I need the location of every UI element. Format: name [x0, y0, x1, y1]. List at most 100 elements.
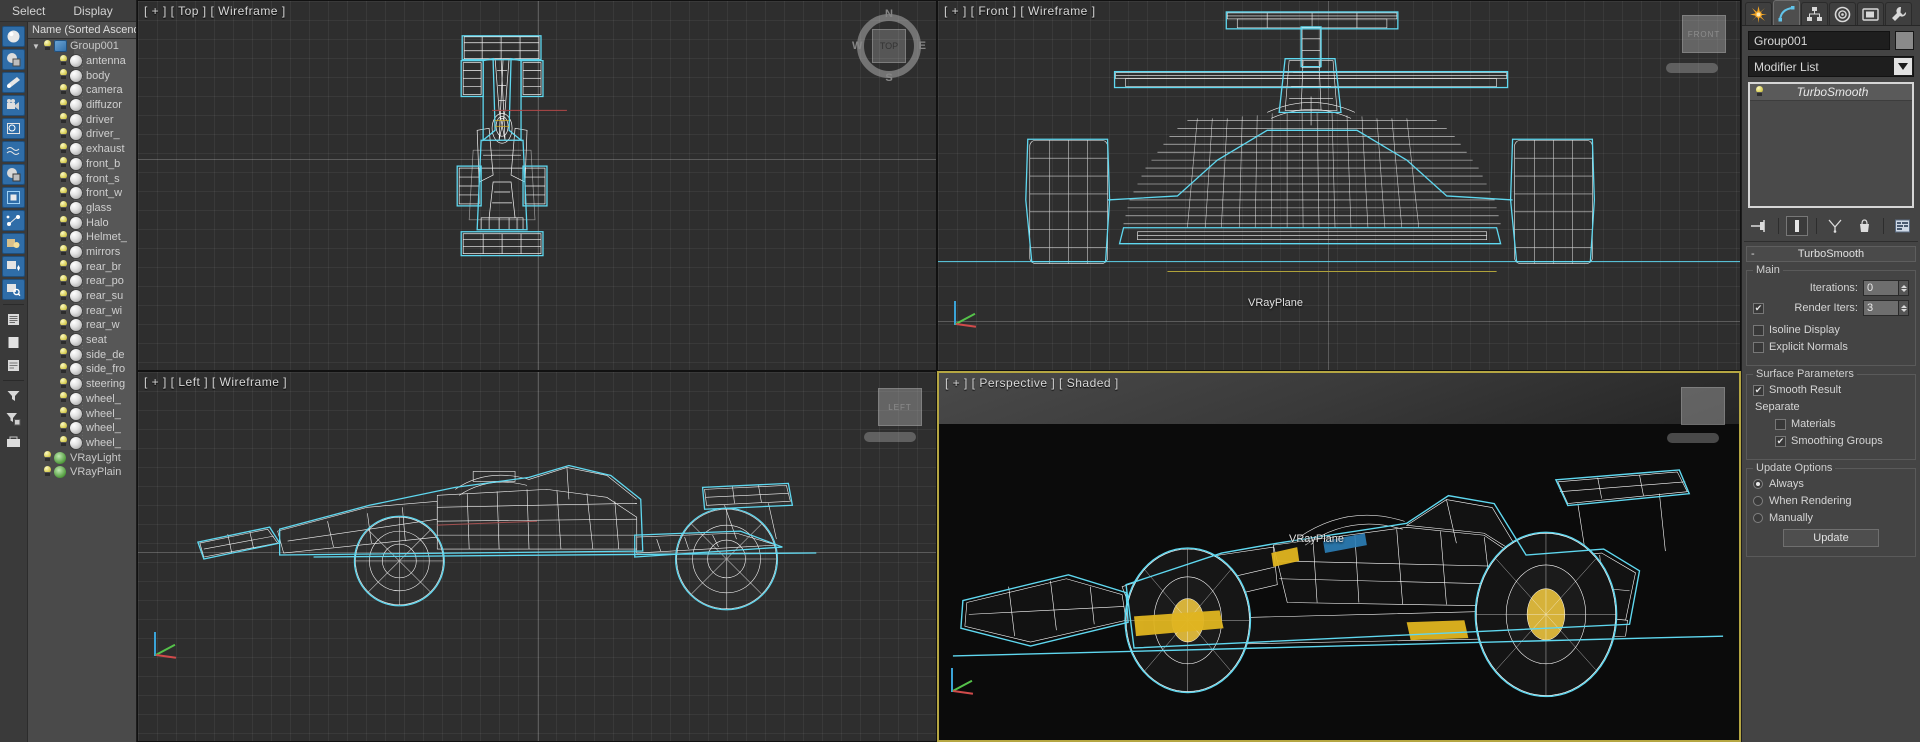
scene-object-row[interactable]: VRayLight	[28, 450, 136, 465]
utilities-tab[interactable]	[1885, 2, 1912, 25]
filter-icon[interactable]	[2, 385, 25, 406]
checkbox-isoline-display[interactable]: Isoline Display	[1753, 324, 1909, 336]
spacewarp-icon[interactable]	[2, 141, 25, 162]
select-object-icon[interactable]	[2, 49, 25, 70]
visibility-bulb-icon[interactable]	[58, 172, 69, 185]
manually-radio[interactable]	[1753, 513, 1763, 523]
find-icon[interactable]	[2, 279, 25, 300]
material-icon[interactable]	[2, 233, 25, 254]
smooth-result-checkbox[interactable]: ✔	[1753, 384, 1764, 396]
object-color-swatch[interactable]	[1895, 31, 1914, 50]
visibility-bulb-icon[interactable]	[42, 39, 53, 53]
viewport-label-left[interactable]: [ + ] [ Left ] [ Wireframe ]	[144, 375, 287, 389]
visibility-bulb-icon[interactable]	[58, 318, 69, 332]
display-tab[interactable]	[1857, 2, 1884, 25]
scene-object-row[interactable]: VRayPlain	[28, 465, 136, 480]
viewport-left[interactable]: [ + ] [ Left ] [ Wireframe ] LEFT	[137, 371, 937, 742]
visibility-bulb-icon[interactable]	[42, 451, 53, 464]
iterations-input[interactable]: 0	[1863, 280, 1899, 296]
render-iters-checkbox[interactable]: ✔	[1753, 302, 1764, 314]
radio-manually[interactable]: Manually	[1753, 512, 1909, 524]
visibility-bulb-icon[interactable]	[58, 98, 69, 112]
column-header-name[interactable]: Name (Sorted Ascending)	[28, 22, 136, 39]
visibility-bulb-icon[interactable]	[58, 421, 69, 435]
radio-when-rendering[interactable]: When Rendering	[1753, 495, 1909, 507]
expand-arrow-icon[interactable]: ▼	[30, 42, 42, 51]
visibility-bulb-icon[interactable]	[58, 142, 69, 156]
visibility-bulb-icon[interactable]	[58, 69, 69, 82]
filter-settings-icon[interactable]	[2, 408, 25, 429]
viewport-label-front[interactable]: [ + ] [ Front ] [ Wireframe ]	[944, 4, 1096, 18]
checkbox-smoothing-groups[interactable]: ✔ Smoothing Groups	[1753, 435, 1909, 447]
modifier-stack[interactable]: TurboSmooth	[1748, 82, 1914, 208]
materials-checkbox[interactable]	[1775, 418, 1786, 430]
visibility-bulb-icon[interactable]	[58, 260, 69, 273]
layer-icon[interactable]	[2, 355, 25, 376]
visibility-bulb-icon[interactable]	[58, 201, 69, 214]
when-rendering-radio[interactable]	[1753, 496, 1763, 506]
render-iters-spinner[interactable]	[1899, 300, 1909, 316]
visibility-bulb-icon[interactable]	[58, 304, 69, 317]
toolbox-icon[interactable]	[2, 431, 25, 452]
update-button[interactable]: Update	[1783, 529, 1879, 547]
modify-tab[interactable]	[1773, 0, 1800, 25]
isoline-display-checkbox[interactable]	[1753, 324, 1764, 336]
scene-explorer-list[interactable]: Name (Sorted Ascending) ▼ Group001 antenna…	[27, 22, 136, 742]
make-unique-icon[interactable]	[1824, 216, 1846, 236]
visibility-bulb-icon[interactable]	[58, 392, 69, 405]
bone-icon[interactable]	[2, 210, 25, 231]
light-icon[interactable]	[2, 72, 25, 93]
visibility-bulb-icon[interactable]	[58, 113, 69, 126]
checkbox-smooth-result[interactable]: ✔ Smooth Result	[1753, 384, 1909, 396]
viewport-label-perspective[interactable]: [ + ] [ Perspective ] [ Shaded ]	[945, 376, 1119, 390]
scene-object-row[interactable]: ▼ Group001	[28, 39, 136, 54]
visibility-bulb-icon[interactable]	[58, 127, 69, 141]
visibility-bulb-icon[interactable]	[58, 245, 69, 258]
visibility-bulb-icon[interactable]	[58, 83, 69, 97]
visibility-bulb-icon[interactable]	[58, 377, 69, 391]
modifier-stack-item-turbosmooth[interactable]: TurboSmooth	[1750, 84, 1912, 101]
checkbox-materials[interactable]: Materials	[1753, 418, 1909, 430]
render-iters-input[interactable]: 3	[1863, 300, 1899, 316]
modifier-list-dropdown[interactable]: Modifier List	[1748, 56, 1914, 77]
remove-modifier-icon[interactable]	[1854, 216, 1876, 236]
show-end-result-icon[interactable]	[1786, 216, 1809, 236]
particle-icon[interactable]	[2, 256, 25, 277]
viewport-top[interactable]: [ + ] [ Top ] [ Wireframe ] TOP N E S W	[137, 0, 937, 371]
visibility-bulb-icon[interactable]	[58, 436, 69, 449]
rollout-collapse-icon[interactable]: -	[1751, 248, 1755, 260]
motion-tab[interactable]	[1829, 2, 1856, 25]
visibility-bulb-icon[interactable]	[58, 407, 69, 420]
pin-stack-icon[interactable]	[1748, 216, 1770, 236]
visibility-bulb-icon[interactable]	[58, 274, 69, 288]
viewport-label-top[interactable]: [ + ] [ Top ] [ Wireframe ]	[144, 4, 286, 18]
group-icon[interactable]	[2, 164, 25, 185]
menu-display[interactable]: Display	[73, 4, 112, 18]
chevron-down-icon[interactable]	[1894, 58, 1912, 75]
configure-modifier-sets-icon[interactable]	[1892, 216, 1914, 236]
radio-always[interactable]: Always	[1753, 478, 1909, 490]
viewport-perspective[interactable]: [ + ] [ Perspective ] [ Shaded ] VRayPla…	[937, 371, 1741, 742]
visibility-bulb-icon[interactable]	[42, 465, 53, 479]
viewport-front[interactable]: [ + ] [ Front ] [ Wireframe ] FRONT VRay…	[937, 0, 1741, 371]
visibility-bulb-icon[interactable]	[58, 348, 69, 361]
explicit-normals-checkbox[interactable]	[1753, 341, 1764, 353]
visibility-bulb-icon[interactable]	[58, 186, 69, 200]
blank-icon[interactable]	[2, 332, 25, 353]
visibility-bulb-icon[interactable]	[58, 230, 69, 244]
helper-icon[interactable]	[2, 118, 25, 139]
always-radio[interactable]	[1753, 479, 1763, 489]
visibility-bulb-icon[interactable]	[58, 333, 69, 347]
menu-select[interactable]: Select	[12, 4, 45, 18]
modifier-enable-bulb-icon[interactable]	[1754, 85, 1765, 99]
visibility-bulb-icon[interactable]	[58, 216, 69, 229]
visibility-bulb-icon[interactable]	[58, 289, 69, 303]
smoothing-groups-checkbox[interactable]: ✔	[1775, 435, 1786, 447]
container-icon[interactable]	[2, 187, 25, 208]
display-sphere-icon[interactable]	[2, 26, 25, 47]
checkbox-explicit-normals[interactable]: Explicit Normals	[1753, 341, 1909, 353]
visibility-bulb-icon[interactable]	[58, 362, 69, 376]
camera-icon[interactable]	[2, 95, 25, 116]
object-name-field[interactable]: Group001	[1748, 31, 1890, 50]
visibility-bulb-icon[interactable]	[58, 157, 69, 170]
